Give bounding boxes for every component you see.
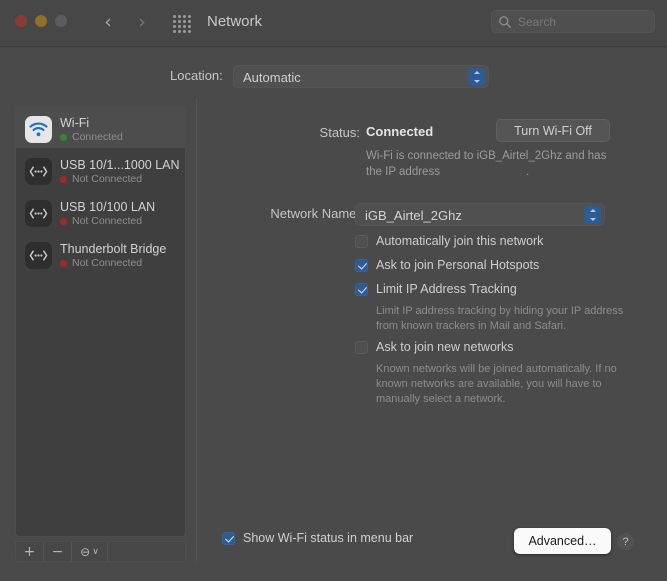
sidebar-item-thunderbolt-bridge[interactable]: Thunderbolt Bridge Not Connected xyxy=(16,232,185,274)
checkbox-auto-join[interactable]: Automatically join this network xyxy=(355,234,543,248)
services-sidebar[interactable]: Wi-Fi Connected USB 10/1...1000 LAN Not … xyxy=(15,105,186,537)
chevron-updown-icon[interactable] xyxy=(468,68,485,86)
status-description-suffix: . xyxy=(525,166,530,178)
sidebar-item-name: Thunderbolt Bridge xyxy=(60,242,167,256)
checkbox-label: Ask to join new networks xyxy=(376,340,514,354)
page-title: Network xyxy=(207,13,263,30)
wifi-icon xyxy=(25,116,52,143)
sidebar-item-text: Wi-Fi Connected xyxy=(60,116,123,143)
checkbox-label: Show Wi-Fi status in menu bar xyxy=(243,531,414,545)
status-description-text: Wi-Fi is connected to iGB_Airtel_2Ghz an… xyxy=(366,150,607,178)
sidebar-footer-spacer xyxy=(108,542,185,561)
add-service-button[interactable]: + xyxy=(16,542,44,561)
network-name-label: Network Name: xyxy=(270,206,360,221)
sidebar-item-text: Thunderbolt Bridge Not Connected xyxy=(60,242,166,269)
status-text: Not Connected xyxy=(72,215,143,227)
checkbox-label: Ask to join Personal Hotspots xyxy=(376,258,540,272)
sidebar-item-text: USB 10/1...1000 LAN Not Connected xyxy=(60,158,180,185)
sidebar-item-usb-lan-100[interactable]: USB 10/100 LAN Not Connected xyxy=(16,190,185,232)
status-text: Connected xyxy=(72,131,123,143)
window-titlebar: ‹ › Network Search xyxy=(0,0,667,47)
ethernet-icon xyxy=(25,158,52,185)
location-select[interactable]: Automatic xyxy=(233,65,489,88)
pane-divider xyxy=(196,98,197,563)
minimize-button[interactable] xyxy=(35,15,47,27)
status-value: Connected xyxy=(366,124,434,139)
location-label: Location: xyxy=(170,68,223,83)
checkbox-label: Limit IP Address Tracking xyxy=(376,282,517,296)
help-button[interactable]: ? xyxy=(617,533,634,550)
checkbox-indicator[interactable] xyxy=(355,283,368,296)
service-actions-button[interactable]: ⊖ ∨ xyxy=(72,542,108,561)
back-icon[interactable]: ‹ xyxy=(95,9,121,35)
ethernet-icon xyxy=(25,200,52,227)
sidebar-item-status: Connected xyxy=(60,131,123,143)
sidebar-item-status: Not Connected xyxy=(60,257,166,269)
action-gear-icon: ⊖ xyxy=(80,544,91,559)
forward-icon[interactable]: › xyxy=(129,9,155,35)
search-icon xyxy=(498,15,512,29)
chevron-updown-icon[interactable] xyxy=(584,206,601,224)
location-row: Location: Automatic xyxy=(0,65,667,89)
search-placeholder: Search xyxy=(518,15,557,29)
apps-grid-icon[interactable] xyxy=(172,14,192,34)
status-label: Status: xyxy=(319,125,360,140)
checkbox-limit-ip-tracking[interactable]: Limit IP Address Tracking xyxy=(355,282,517,296)
sidebar-item-status: Not Connected xyxy=(60,215,155,227)
chevron-down-icon: ∨ xyxy=(92,546,99,557)
search-input[interactable]: Search xyxy=(491,10,655,33)
status-description: Wi-Fi is connected to iGB_Airtel_2Ghz an… xyxy=(366,148,618,180)
sidebar-item-text: USB 10/100 LAN Not Connected xyxy=(60,200,155,227)
sidebar-footer-toolbar: + − ⊖ ∨ xyxy=(15,541,186,562)
advanced-button[interactable]: Advanced… xyxy=(514,528,611,554)
sidebar-item-wifi[interactable]: Wi-Fi Connected xyxy=(16,106,185,148)
network-preferences-window: ‹ › Network Search Location: Automatic W… xyxy=(0,0,667,581)
status-dot-connected xyxy=(60,133,67,141)
checkbox-ask-join-new-networks[interactable]: Ask to join new networks xyxy=(355,340,514,354)
network-name-value: iGB_Airtel_2Ghz xyxy=(365,208,462,223)
sidebar-item-name: Wi-Fi xyxy=(60,116,90,130)
status-text: Not Connected xyxy=(72,173,143,185)
status-text: Not Connected xyxy=(72,257,143,269)
checkbox-indicator[interactable] xyxy=(222,532,235,545)
traffic-lights xyxy=(15,15,67,27)
network-name-select[interactable]: iGB_Airtel_2Ghz xyxy=(355,203,605,226)
status-dot-disconnected xyxy=(60,217,67,225)
status-dot-disconnected xyxy=(60,259,67,267)
sidebar-item-name: USB 10/100 LAN xyxy=(60,200,156,214)
sidebar-item-usb-lan-1000[interactable]: USB 10/1...1000 LAN Not Connected xyxy=(16,148,185,190)
checkbox-indicator[interactable] xyxy=(355,235,368,248)
checkbox-show-wifi-status[interactable]: Show Wi-Fi status in menu bar xyxy=(222,531,413,545)
checkbox-label: Automatically join this network xyxy=(376,234,544,248)
status-dot-disconnected xyxy=(60,175,67,183)
zoom-button[interactable] xyxy=(55,15,67,27)
checkbox-indicator[interactable] xyxy=(355,259,368,272)
wifi-detail-pane: Status: Connected Turn Wi-Fi Off Wi-Fi i… xyxy=(200,105,667,575)
close-button[interactable] xyxy=(15,15,27,27)
checkbox-ask-personal-hotspots[interactable]: Ask to join Personal Hotspots xyxy=(355,258,539,272)
remove-service-button[interactable]: − xyxy=(44,542,72,561)
ethernet-icon xyxy=(25,242,52,269)
help-text-limit-ip: Limit IP address tracking by hiding your… xyxy=(376,305,624,332)
help-text-ask-join: Known networks will be joined automatica… xyxy=(376,363,617,405)
sidebar-item-name: USB 10/1...1000 LAN xyxy=(60,158,180,172)
sidebar-item-status: Not Connected xyxy=(60,173,180,185)
turn-wifi-off-button[interactable]: Turn Wi-Fi Off xyxy=(496,119,610,142)
location-value: Automatic xyxy=(243,70,301,85)
checkbox-indicator[interactable] xyxy=(355,341,368,354)
